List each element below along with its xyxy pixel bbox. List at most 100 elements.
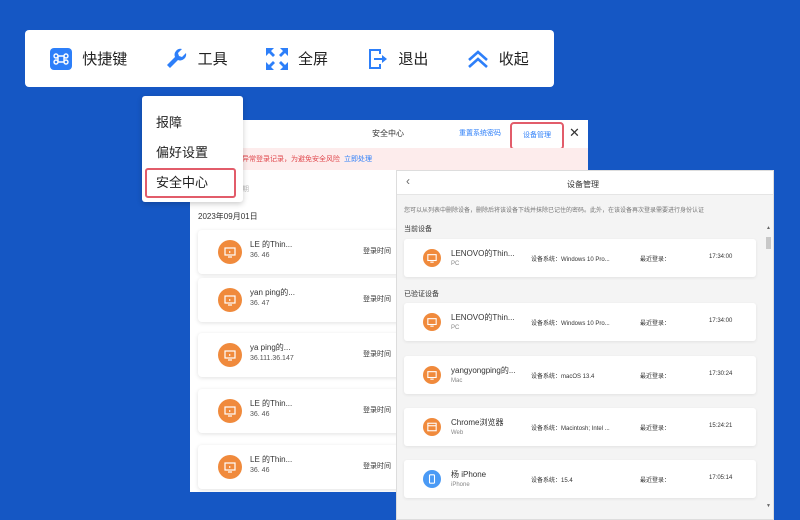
device-os-label: 设备系统： <box>531 374 562 380</box>
record-ip: 36. 46 <box>250 467 270 474</box>
record-ip: 36. 46 <box>250 411 270 418</box>
login-record[interactable]: LE 的Thin... 36. 46 登录时间 <box>198 445 408 489</box>
record-device-name: yan ping的... <box>250 288 295 297</box>
record-ip: 36. 46 <box>250 252 270 259</box>
device-management-description: 您可以从列表中删除设备，删除后将该设备下线并抹除已记住的密码。此外，在该设备再次… <box>404 208 705 214</box>
device-type: PC <box>451 325 460 331</box>
menu-item-report[interactable]: 报障 <box>142 108 243 138</box>
record-login-time-label: 登录时间 <box>363 463 391 470</box>
device-management-panel: ‹ 设备管理 您可以从列表中删除设备，删除后将该设备下线并抹除已记住的密码。此外… <box>396 170 774 520</box>
device-last-login-time: 17:34:00 <box>709 254 733 260</box>
record-login-time-label: 登录时间 <box>363 407 391 414</box>
device-name: Chrome浏览器 <box>451 418 504 427</box>
record-date: 2023年09月01日 <box>198 212 258 221</box>
verified-devices-heading: 已验证设备 <box>404 291 439 298</box>
device-os: 设备系统：15.4 <box>531 475 573 484</box>
handle-now-link[interactable]: 立即处理 <box>344 156 372 163</box>
scroll-up-icon[interactable]: ▲ <box>766 225 771 231</box>
current-device-heading: 当前设备 <box>404 226 432 233</box>
device-management-title: 设备管理 <box>567 180 599 189</box>
monitor-icon <box>218 240 242 264</box>
verified-device-card[interactable]: 杨 iPhone iPhone 设备系统：15.4 最近登录： 17:05:14 <box>404 460 756 498</box>
device-name: yangyongping的... <box>451 366 516 375</box>
fullscreen-icon <box>265 47 288 70</box>
tools-button[interactable]: 工具 <box>166 48 228 70</box>
collapse-button[interactable]: 收起 <box>467 48 529 70</box>
tools-label: 工具 <box>197 51 228 68</box>
scroll-down-icon[interactable]: ▼ <box>766 503 771 509</box>
device-last-login-time: 17:34:00 <box>709 318 733 324</box>
record-device-name: LE 的Thin... <box>250 240 293 249</box>
device-os-label: 设备系统： <box>531 321 562 327</box>
device-os: 设备系统：macOS 13.4 <box>531 371 594 380</box>
device-type: PC <box>451 261 460 267</box>
shortcut-label: 快捷键 <box>82 51 128 68</box>
scrollbar[interactable]: ▲ ▼ <box>766 225 772 515</box>
top-toolbar: 快捷键 工具 全屏 退出 收起 <box>25 30 554 87</box>
device-management-header: ‹ 设备管理 <box>397 171 773 195</box>
record-device-name: LE 的Thin... <box>250 399 293 408</box>
device-os: 设备系统：Windows 10 Pro... <box>531 318 610 327</box>
verified-device-card[interactable]: yangyongping的... Mac 设备系统：macOS 13.4 最近登… <box>404 356 756 394</box>
device-last-login-label: 最近登录： <box>640 257 671 263</box>
tools-dropdown-menu: 报障 偏好设置 安全中心 <box>142 96 243 202</box>
device-os-value: Windows 10 Pro... <box>561 257 610 263</box>
record-ip: 36.111.36.147 <box>250 355 294 362</box>
device-last-login-label: 最近登录： <box>640 478 671 484</box>
exit-label: 退出 <box>398 51 429 68</box>
login-record[interactable]: LE 的Thin... 36. 46 登录时间 <box>198 389 408 433</box>
device-name: 杨 iPhone <box>451 470 487 479</box>
verified-device-card[interactable]: LENOVO的Thin... PC 设备系统：Windows 10 Pro...… <box>404 303 756 341</box>
menu-item-security-center[interactable]: 安全中心 <box>145 168 236 198</box>
login-record[interactable]: LE 的Thin... 36. 46 登录时间 <box>198 230 408 274</box>
reset-password-link[interactable]: 重置系统密码 <box>459 128 501 138</box>
login-record[interactable]: yan ping的... 36. 47 登录时间 <box>198 278 408 322</box>
monitor-icon <box>423 366 441 384</box>
command-icon <box>50 47 73 70</box>
device-type: Web <box>451 430 464 436</box>
device-management-link[interactable]: 设备管理 <box>510 122 564 150</box>
verified-device-card[interactable]: Chrome浏览器 Web 设备系统：Macintosh; Intel ... … <box>404 408 756 446</box>
device-last-login-label: 最近登录： <box>640 426 671 432</box>
alert-text: 异常登录记录，为避免安全风险 <box>242 156 340 163</box>
monitor-icon <box>218 288 242 312</box>
device-os: 设备系统：Windows 10 Pro... <box>531 254 610 263</box>
record-login-time-label: 登录时间 <box>363 248 391 255</box>
device-os-value: Macintosh; Intel ... <box>561 426 610 432</box>
shortcut-button[interactable]: 快捷键 <box>50 47 128 70</box>
wrench-icon <box>166 48 188 70</box>
device-os-value: Windows 10 Pro... <box>561 321 610 327</box>
monitor-icon <box>218 343 242 367</box>
menu-item-preferences[interactable]: 偏好设置 <box>142 138 243 168</box>
exit-icon <box>366 48 388 70</box>
record-login-time-label: 登录时间 <box>363 351 391 358</box>
security-center-header: 安全中心 重置系统密码 设备管理 ✕ <box>190 120 588 150</box>
collapse-label: 收起 <box>498 51 529 68</box>
close-icon[interactable]: ✕ <box>569 125 580 141</box>
abnormal-login-alert: 异常登录记录，为避免安全风险 立即处理 <box>190 148 588 170</box>
record-login-time-label: 登录时间 <box>363 296 391 303</box>
login-record[interactable]: ya ping的... 36.111.36.147 登录时间 <box>198 333 408 377</box>
device-os-label: 设备系统： <box>531 257 562 263</box>
monitor-icon <box>218 455 242 479</box>
device-os-label: 设备系统： <box>531 426 562 432</box>
browser-icon <box>423 418 441 436</box>
fullscreen-button[interactable]: 全屏 <box>265 47 328 70</box>
device-last-login-time: 17:05:14 <box>709 475 733 481</box>
back-arrow-icon[interactable]: ‹ <box>406 174 410 188</box>
record-device-name: ya ping的... <box>250 343 291 352</box>
device-last-login-time: 17:30:24 <box>709 371 733 377</box>
phone-icon <box>423 470 441 488</box>
device-name: LENOVO的Thin... <box>451 249 515 258</box>
scroll-thumb[interactable] <box>766 237 771 249</box>
device-type: Mac <box>451 378 463 384</box>
monitor-icon <box>423 313 441 331</box>
fullscreen-label: 全屏 <box>297 51 328 68</box>
device-last-login-label: 最近登录： <box>640 321 671 327</box>
security-center-title: 安全中心 <box>372 129 404 138</box>
current-device-card[interactable]: LENOVO的Thin... PC 设备系统：Windows 10 Pro...… <box>404 239 756 277</box>
date-filter[interactable]: 期 <box>242 184 249 194</box>
device-os-label: 设备系统： <box>531 478 562 484</box>
exit-button[interactable]: 退出 <box>366 48 428 70</box>
monitor-icon <box>218 399 242 423</box>
